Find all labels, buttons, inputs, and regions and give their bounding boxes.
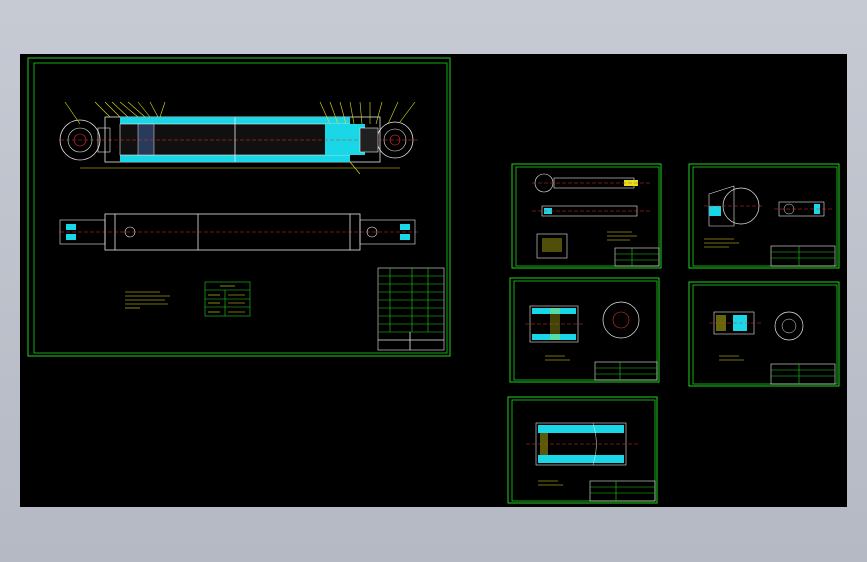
technical-notes <box>125 291 170 309</box>
detail-sheet-border <box>688 281 840 387</box>
assembly-sheet[interactable] <box>27 57 451 357</box>
cylinder-side-view <box>59 213 420 251</box>
assembly-sheet-inner-border <box>33 62 448 354</box>
detail-sheet-piston-rod[interactable] <box>511 163 662 269</box>
cad-drawing <box>27 57 840 504</box>
parameter-table <box>204 281 251 317</box>
detail-sheet-cylinder-head[interactable] <box>688 163 840 269</box>
parts-list-and-title-block <box>377 267 445 351</box>
cad-model-space[interactable] <box>20 54 847 507</box>
assembly-sheet-border <box>27 57 451 357</box>
right-rod-eye <box>376 121 414 159</box>
detail-sheet-cylinder-barrel[interactable] <box>507 396 658 504</box>
detail-sheet-guide-sleeve[interactable] <box>688 281 840 387</box>
cylinder-top-view <box>59 101 420 175</box>
piston-section <box>325 124 365 155</box>
detail-sheet-border <box>509 277 660 383</box>
detail-sheet-piston[interactable] <box>509 277 660 383</box>
